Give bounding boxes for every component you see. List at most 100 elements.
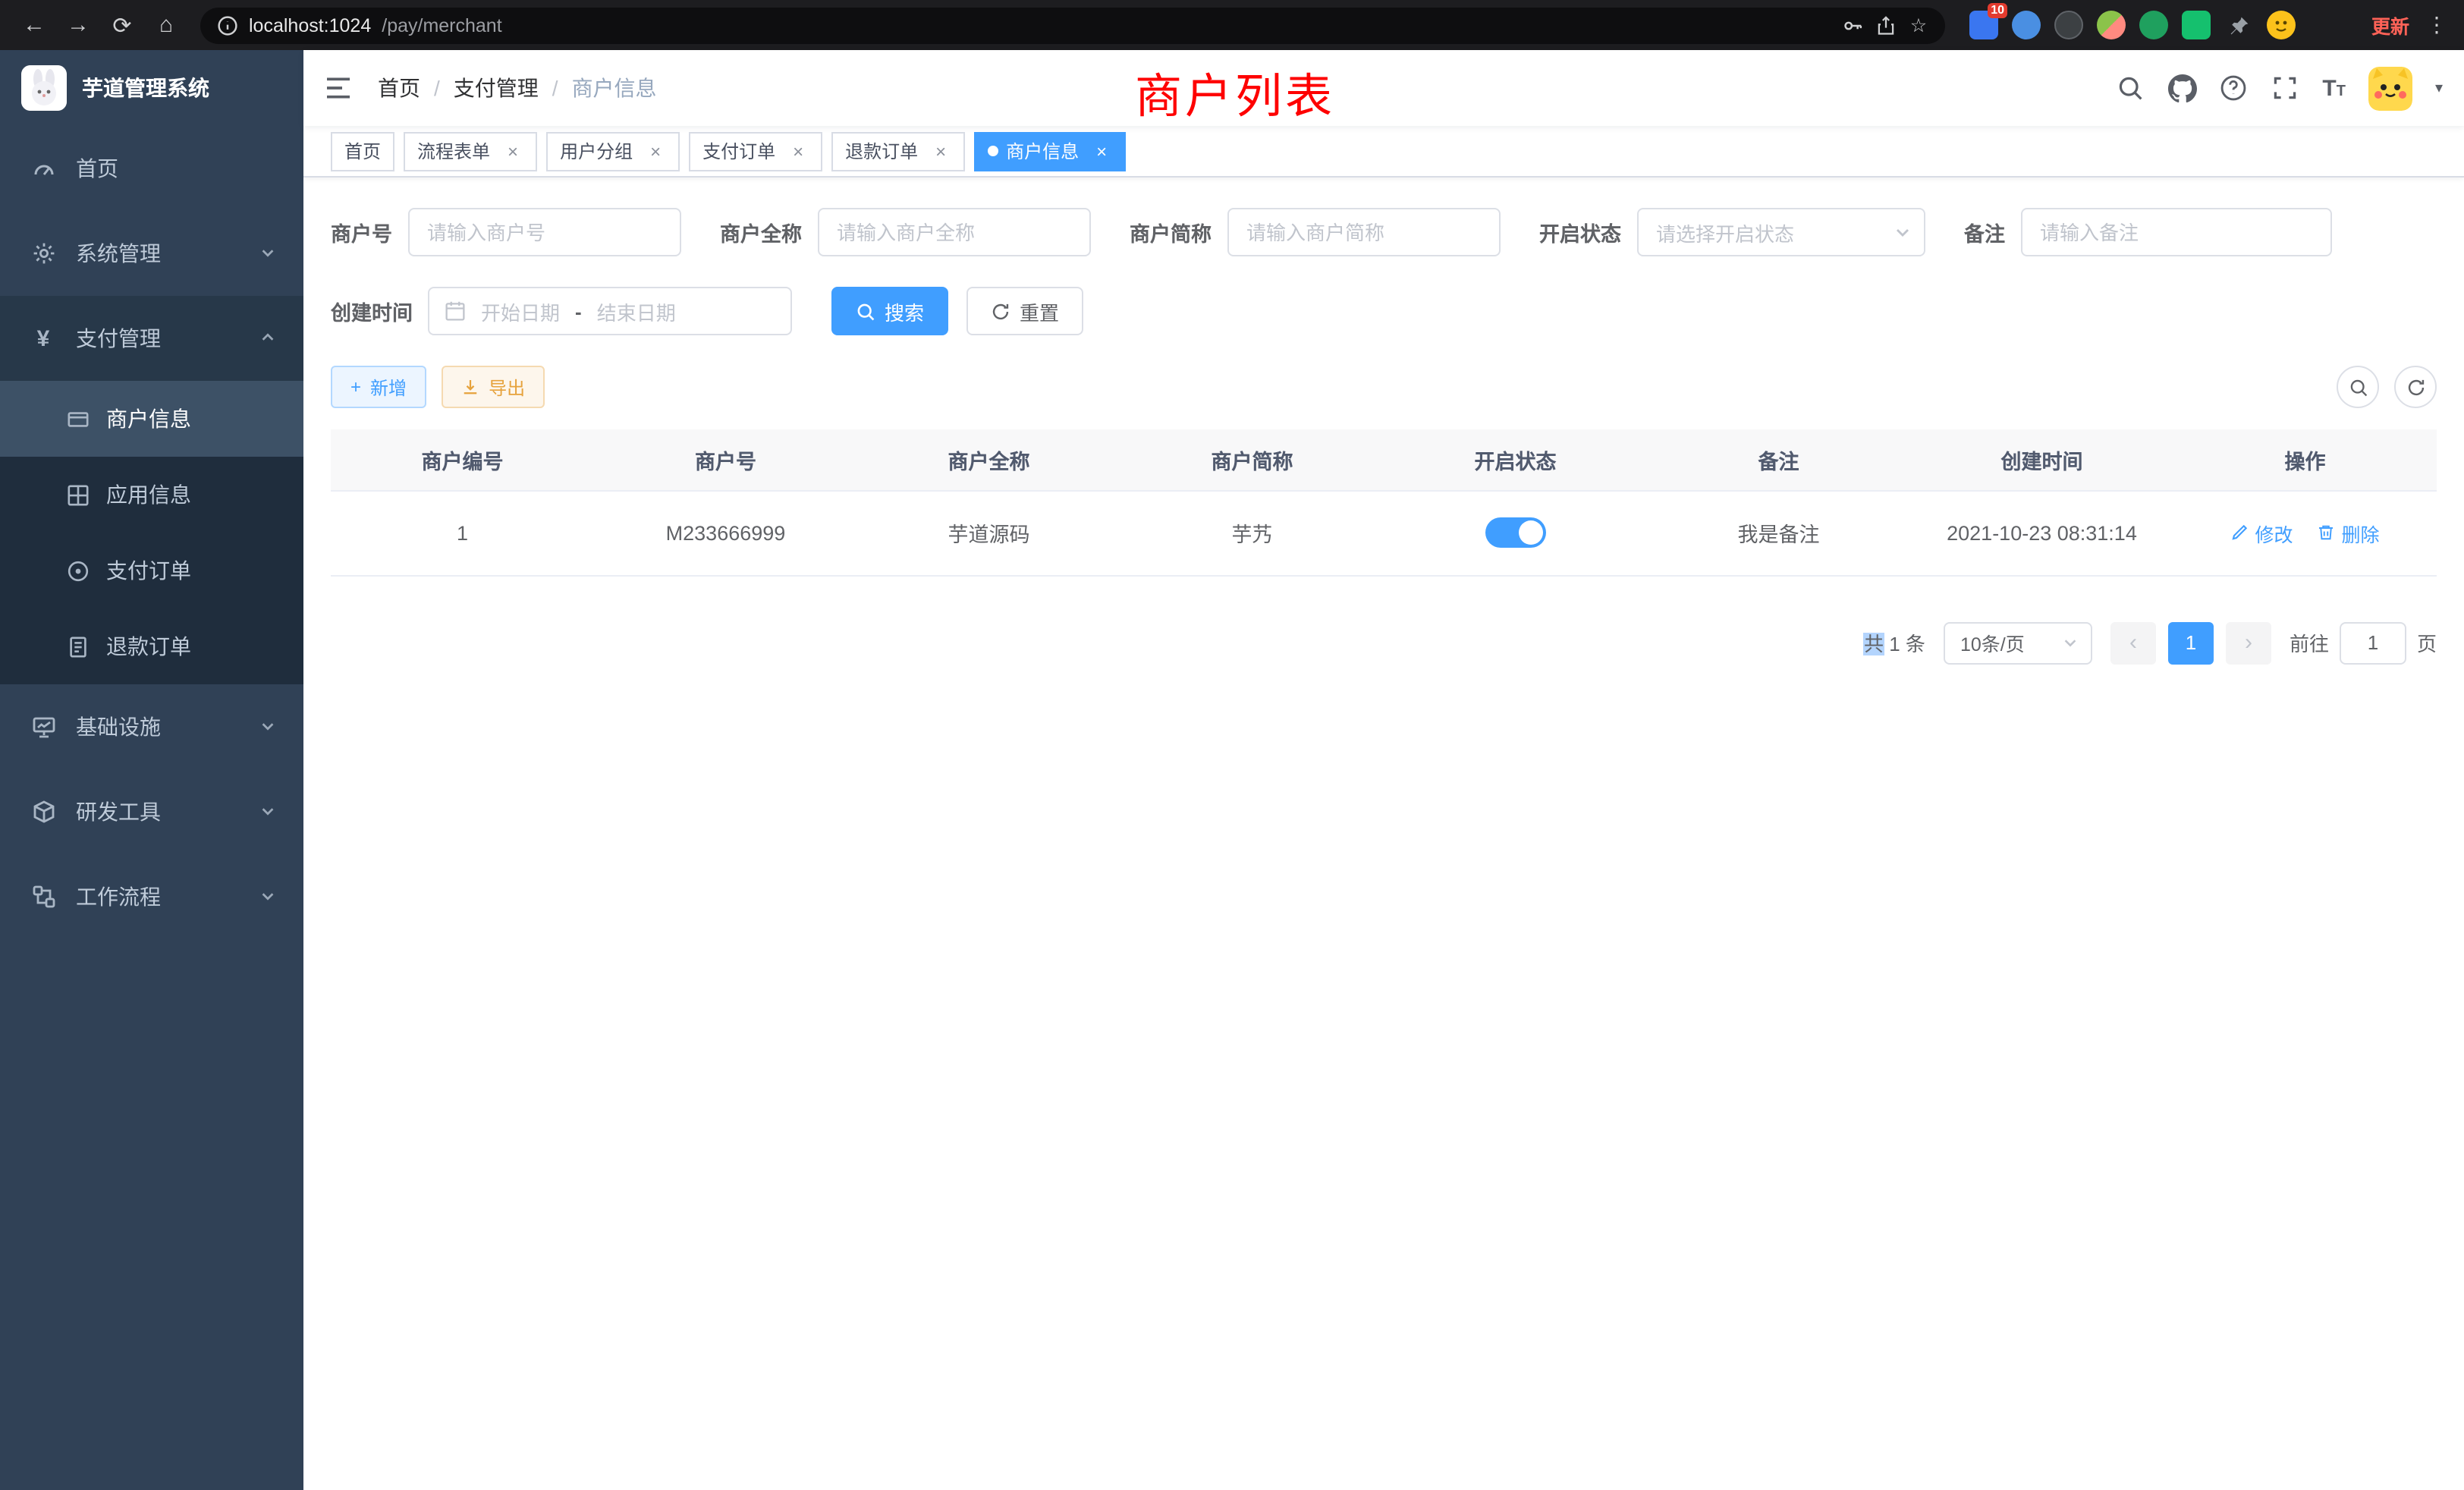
green-circle-extension-icon[interactable] (2139, 11, 2168, 39)
prev-page-button[interactable]: ‹ (2110, 621, 2156, 664)
sidebar-item-app-info[interactable]: 应用信息 (0, 457, 303, 533)
chevron-down-icon (1893, 223, 1911, 241)
reset-button[interactable]: 重置 (966, 287, 1083, 335)
app-logo[interactable]: 芋道管理系统 (0, 50, 303, 126)
github-icon[interactable] (2167, 74, 2196, 102)
sidebar-item-workflow[interactable]: 工作流程 (0, 854, 303, 939)
table-row: 1 M233666999 芋道源码 芋艿 我是备注 2021-10-23 08:… (331, 490, 2437, 575)
share-icon[interactable] (1874, 14, 1897, 36)
tag-pay-order[interactable]: 支付订单× (689, 131, 822, 171)
font-size-icon[interactable]: TT (2322, 75, 2346, 101)
filter-label: 商户简称 (1130, 217, 1212, 247)
browser-reload-icon[interactable]: ⟳ (103, 6, 141, 44)
sidebar-item-label: 支付管理 (76, 323, 161, 354)
navbar: 首页 / 支付管理 / 商户信息 (303, 50, 2464, 126)
extension-badge: 10 (1988, 3, 2007, 18)
breadcrumb-pay[interactable]: 支付管理 (454, 73, 539, 103)
col-created-at: 创建时间 (1910, 429, 2173, 490)
chevron-down-icon (259, 800, 276, 824)
col-full-name: 商户全称 (857, 429, 1120, 490)
tag-user-group[interactable]: 用户分组× (546, 131, 680, 171)
sidebar-item-infra[interactable]: 基础设施 (0, 684, 303, 769)
date-separator: - (575, 300, 582, 322)
sidebar-item-label: 商户信息 (106, 404, 191, 434)
sidebar-item-merchant-info[interactable]: 商户信息 (0, 381, 303, 457)
browser-extension-icon[interactable]: 10 (1969, 11, 1998, 39)
smiley-profile-icon[interactable] (2267, 11, 2296, 39)
col-merchant-no: 商户号 (594, 429, 857, 490)
screen: ← → ⟳ ⌂ localhost:1024/pay/merchant ☆ 10 (0, 0, 2464, 1490)
cell-remark: 我是备注 (1647, 490, 1910, 575)
pushpin-extension-icon[interactable] (2224, 11, 2253, 39)
add-button[interactable]: + 新增 (331, 366, 426, 408)
cell-created-at: 2021-10-23 08:31:14 (1910, 490, 2173, 575)
chevron-down-icon (259, 885, 276, 909)
tag-home[interactable]: 首页 (331, 131, 394, 171)
search-icon[interactable] (2116, 74, 2145, 102)
export-button[interactable]: 导出 (442, 366, 545, 408)
site-info-icon[interactable] (215, 14, 238, 36)
browser-back-icon[interactable]: ← (15, 6, 53, 44)
merchant-shortname-input[interactable] (1227, 208, 1500, 256)
tag-merchant-info[interactable]: 商户信息× (974, 131, 1126, 171)
plus-icon: + (350, 376, 361, 398)
merchant-fullname-input[interactable] (817, 208, 1090, 256)
search-button[interactable]: 搜索 (831, 287, 948, 335)
breadcrumb: 首页 / 支付管理 / 商户信息 (378, 73, 657, 103)
credit-card-icon (67, 407, 90, 430)
dark-extension-icon[interactable] (2054, 11, 2083, 39)
close-icon[interactable]: × (787, 140, 809, 162)
page-size-select[interactable]: 10条/页 (1944, 621, 2092, 664)
fullscreen-icon[interactable] (2271, 74, 2299, 102)
hamburger-icon[interactable] (323, 73, 354, 103)
app-title: 芋道管理系统 (82, 73, 209, 103)
close-icon[interactable]: × (645, 140, 666, 162)
filter-label: 商户全称 (720, 217, 802, 247)
toggle-search-icon[interactable] (2337, 366, 2379, 408)
browser-forward-icon[interactable]: → (59, 6, 97, 44)
user-avatar[interactable] (2368, 66, 2412, 110)
date-range-picker[interactable]: 开始日期 - 结束日期 (428, 287, 792, 335)
breadcrumb-home[interactable]: 首页 (378, 73, 420, 103)
tag-process-form[interactable]: 流程表单× (404, 131, 537, 171)
close-icon[interactable]: × (1091, 140, 1112, 162)
logo-rabbit-avatar (21, 65, 67, 111)
bookmark-star-icon[interactable]: ☆ (1907, 14, 1930, 36)
sidebar-item-home[interactable]: 首页 (0, 126, 303, 211)
sidebar-item-pay-order[interactable]: 支付订单 (0, 533, 303, 608)
green-square-extension-icon[interactable] (2182, 11, 2211, 39)
remark-input[interactable] (2020, 208, 2331, 256)
close-icon[interactable]: × (502, 140, 523, 162)
avatar-caret-icon[interactable]: ▾ (2435, 80, 2443, 96)
password-key-icon[interactable] (1840, 14, 1863, 36)
sidebar-item-pay[interactable]: ¥ 支付管理 (0, 296, 303, 381)
sidebar-item-system[interactable]: 系统管理 (0, 211, 303, 296)
sidebar-item-refund-order[interactable]: 退款订单 (0, 608, 303, 684)
page-unit-label: 页 (2417, 628, 2437, 657)
browser-menu-icon[interactable]: ⋮ (2425, 12, 2449, 38)
url-path: /pay/merchant (382, 14, 501, 36)
browser-home-icon[interactable]: ⌂ (147, 6, 185, 44)
next-page-button[interactable]: › (2226, 621, 2271, 664)
refresh-icon[interactable] (2394, 366, 2437, 408)
browser-extensions: 10 (1969, 11, 2296, 39)
delete-button[interactable]: 删除 (2318, 518, 2380, 547)
page-1-button[interactable]: 1 (2168, 621, 2214, 664)
sidebar-item-devtools[interactable]: 研发工具 (0, 769, 303, 854)
help-icon[interactable] (2219, 74, 2248, 102)
col-remark: 备注 (1647, 429, 1910, 490)
address-bar[interactable]: localhost:1024/pay/merchant ☆ (200, 7, 1945, 43)
edit-button[interactable]: 修改 (2230, 518, 2293, 547)
location-pin-extension-icon[interactable] (2012, 11, 2041, 39)
status-select[interactable]: 请选择开启状态 (1636, 208, 1925, 256)
status-toggle[interactable] (1485, 517, 1546, 548)
target-icon (67, 559, 90, 582)
sidebar-item-label: 系统管理 (76, 238, 161, 269)
goto-page-input[interactable] (2340, 621, 2406, 664)
col-status: 开启状态 (1384, 429, 1647, 490)
close-icon[interactable]: × (930, 140, 951, 162)
merchant-no-input[interactable] (407, 208, 680, 256)
avatar-extension-icon[interactable] (2097, 11, 2126, 39)
browser-update-button[interactable]: 更新 (2362, 11, 2418, 39)
tag-refund-order[interactable]: 退款订单× (831, 131, 965, 171)
